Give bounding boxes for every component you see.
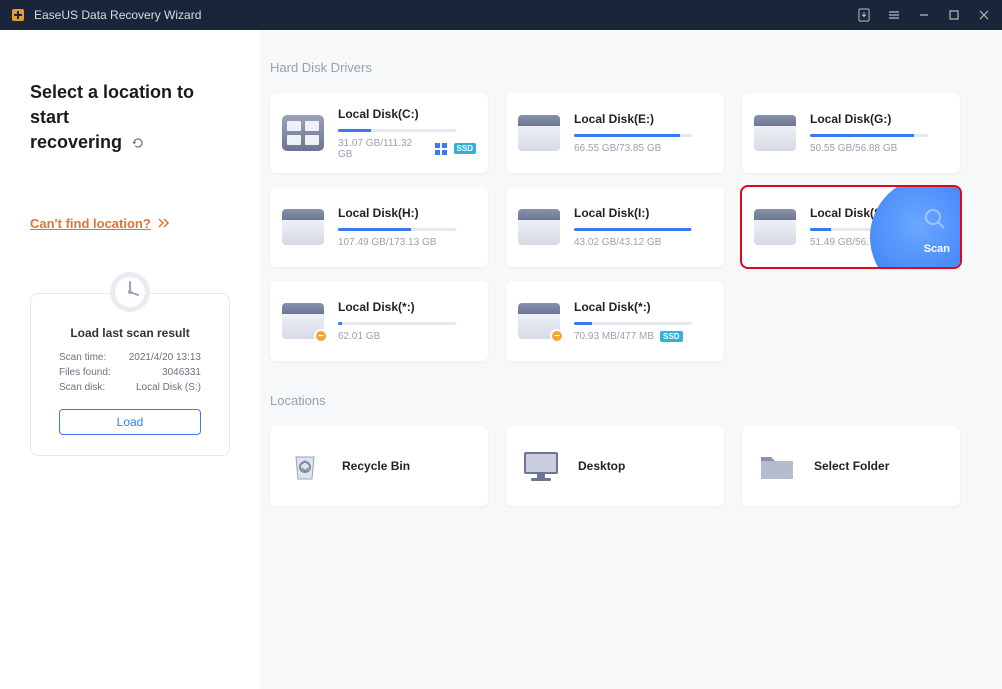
- maximize-icon[interactable]: [946, 7, 962, 23]
- windows-icon: [434, 142, 448, 156]
- close-icon[interactable]: [976, 7, 992, 23]
- scan-row-time: Scan time: 2021/4/20 13:13: [59, 352, 201, 363]
- drive-info: Local Disk(I:) 43.02 GB/43.12 GB: [574, 206, 712, 248]
- drive-name: Local Disk(C:): [338, 107, 476, 121]
- drive-name: Local Disk(G:): [810, 112, 948, 126]
- drive-icon: [754, 115, 796, 151]
- cant-find-location-link[interactable]: Can't find location?: [30, 216, 171, 231]
- drive-size: 66.55 GB/73.85 GB: [574, 143, 712, 154]
- ssd-badge: SSD: [660, 331, 682, 342]
- chevron-right-double-icon: [157, 218, 171, 228]
- drive-icon: [282, 209, 324, 245]
- desktop-icon: [520, 445, 562, 487]
- drive-name: Local Disk(H:): [338, 206, 476, 220]
- drive-icon: [282, 115, 324, 151]
- location-card-folder[interactable]: Select Folder: [742, 426, 960, 506]
- scan-row-disk: Scan disk: Local Disk (S:): [59, 382, 201, 393]
- drive-card-4[interactable]: Local Disk(I:) 43.02 GB/43.12 GB: [506, 187, 724, 267]
- menu-icon[interactable]: [886, 7, 902, 23]
- drive-usage-bar: [574, 134, 692, 137]
- refresh-icon[interactable]: [130, 135, 146, 151]
- main-panel: Hard Disk Drivers Local Disk(C:) 31.07 GB…: [260, 30, 1002, 689]
- last-scan-card: Load last scan result Scan time: 2021/4/…: [30, 293, 230, 456]
- search-icon: [922, 206, 948, 237]
- drive-size: 50.55 GB/56.88 GB: [810, 143, 948, 154]
- drive-card-2[interactable]: Local Disk(G:) 50.55 GB/56.88 GB: [742, 93, 960, 173]
- warning-icon: −: [314, 329, 328, 343]
- drive-info: Local Disk(H:) 107.49 GB/173.13 GB: [338, 206, 476, 248]
- drive-size: 107.49 GB/173.13 GB: [338, 237, 476, 248]
- drive-usage-bar: [338, 129, 456, 132]
- scan-disk-label: Scan disk:: [59, 382, 105, 393]
- drive-grid: Local Disk(C:)31.07 GB/111.32 GBSSDLocal…: [270, 93, 972, 361]
- drive-card-7[interactable]: −Local Disk(*:)70.93 MB/477 MBSSD: [506, 281, 724, 361]
- location-name: Select Folder: [814, 459, 889, 473]
- drive-card-0[interactable]: Local Disk(C:) 31.07 GB/111.32 GBSSD: [270, 93, 488, 173]
- drive-usage-bar: [338, 322, 456, 325]
- drive-info: Local Disk(G:) 50.55 GB/56.88 GB: [810, 112, 948, 154]
- minimize-icon[interactable]: [916, 7, 932, 23]
- drive-icon: [754, 209, 796, 245]
- drive-size: 62.01 GB: [338, 331, 476, 342]
- ssd-badge: SSD: [454, 143, 476, 154]
- location-card-desktop[interactable]: Desktop: [506, 426, 724, 506]
- titlebar: EaseUS Data Recovery Wizard: [0, 0, 1002, 30]
- scan-time-label: Scan time:: [59, 352, 106, 363]
- scan-disk-value: Local Disk (S:): [136, 382, 201, 393]
- drive-name: Local Disk(I:): [574, 206, 712, 220]
- drive-usage-bar: [574, 228, 692, 231]
- drive-icon: −: [282, 303, 324, 339]
- scan-files-label: Files found:: [59, 367, 111, 378]
- titlebar-controls: [856, 7, 992, 23]
- app-title: EaseUS Data Recovery Wizard: [34, 8, 201, 22]
- drives-section-label: Hard Disk Drivers: [270, 60, 972, 75]
- drive-name: Local Disk(E:): [574, 112, 712, 126]
- location-name: Desktop: [578, 459, 625, 473]
- drive-icon: [518, 209, 560, 245]
- scan-files-value: 3046331: [162, 367, 201, 378]
- scan-row-files: Files found: 3046331: [59, 367, 201, 378]
- drive-icon: −: [518, 303, 560, 339]
- drive-card-6[interactable]: −Local Disk(*:)62.01 GB: [270, 281, 488, 361]
- page-heading-line2: recovering: [30, 130, 122, 155]
- warning-icon: −: [550, 329, 564, 343]
- page-heading-line1: Select a location to start: [30, 80, 230, 130]
- app-logo-icon: [10, 7, 26, 23]
- drive-card-3[interactable]: Local Disk(H:) 107.49 GB/173.13 GB: [270, 187, 488, 267]
- location-card-recycle[interactable]: Recycle Bin: [270, 426, 488, 506]
- drive-icon: [518, 115, 560, 151]
- drive-info: Local Disk(*:) 70.93 MB/477 MBSSD: [574, 300, 712, 342]
- titlebar-left: EaseUS Data Recovery Wizard: [10, 7, 201, 23]
- app-body: Select a location to start recovering Ca…: [0, 30, 1002, 689]
- drive-info: Local Disk(C:) 31.07 GB/111.32 GBSSD: [338, 107, 476, 160]
- scan-button[interactable]: Scan: [870, 187, 960, 267]
- last-scan-title: Load last scan result: [70, 326, 189, 340]
- drive-card-1[interactable]: Local Disk(E:) 66.55 GB/73.85 GB: [506, 93, 724, 173]
- folder-icon: [756, 445, 798, 487]
- locations-row: Recycle Bin Desktop Select Folder: [270, 426, 972, 506]
- drive-info: Local Disk(*:) 62.01 GB: [338, 300, 476, 342]
- scan-label: Scan: [924, 243, 950, 255]
- drive-size: 31.07 GB/111.32 GBSSD: [338, 138, 476, 160]
- location-name: Recycle Bin: [342, 459, 410, 473]
- drive-size: 43.02 GB/43.12 GB: [574, 237, 712, 248]
- locations-section-label: Locations: [270, 393, 972, 408]
- load-button[interactable]: Load: [59, 409, 201, 435]
- drive-name: Local Disk(*:): [338, 300, 476, 314]
- recycle-icon: [284, 445, 326, 487]
- cant-find-label: Can't find location?: [30, 216, 151, 231]
- drive-usage-bar: [810, 134, 928, 137]
- drive-size: 70.93 MB/477 MBSSD: [574, 331, 712, 342]
- drive-info: Local Disk(E:) 66.55 GB/73.85 GB: [574, 112, 712, 154]
- scan-time-value: 2021/4/20 13:13: [129, 352, 201, 363]
- page-heading-line2-row: recovering: [30, 130, 230, 155]
- drive-usage-bar: [338, 228, 456, 231]
- drive-usage-bar: [574, 322, 692, 325]
- sidebar: Select a location to start recovering Ca…: [0, 30, 260, 689]
- download-icon[interactable]: [856, 7, 872, 23]
- drive-card-5[interactable]: Local Disk(S:)51.49 GB/56.78 GBScan: [742, 187, 960, 267]
- drive-name: Local Disk(*:): [574, 300, 712, 314]
- clock-icon: [108, 270, 152, 314]
